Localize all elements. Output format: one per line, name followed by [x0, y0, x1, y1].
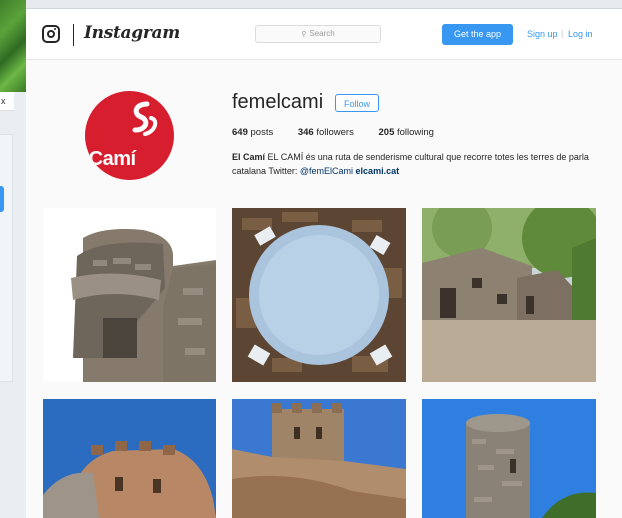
- log-in-link[interactable]: Log in: [568, 29, 593, 39]
- elcami-logo-mark-icon: [132, 101, 158, 136]
- instagram-camera-icon[interactable]: [42, 25, 60, 43]
- background-grass-image: [0, 0, 26, 92]
- bio-text: EL CAMÍ és una ruta de senderisme cultur…: [232, 152, 589, 176]
- get-the-app-button[interactable]: Get the app: [442, 24, 513, 45]
- avatar-wordmark: elCamí: [85, 148, 136, 170]
- post-thumbnail-hilltop-castle[interactable]: [232, 399, 406, 518]
- background-card: [0, 134, 13, 382]
- instagram-wordmark[interactable]: Instagram: [84, 23, 180, 43]
- watchtower-image: [43, 208, 216, 382]
- nav-link-separator: |: [561, 28, 564, 38]
- bio-website-link[interactable]: elcami.cat: [356, 166, 400, 176]
- background-window: x: [0, 0, 26, 518]
- profile-avatar[interactable]: elCamí: [85, 91, 174, 180]
- nav-divider: [73, 24, 74, 46]
- post-thumbnail-round-tower[interactable]: [422, 399, 596, 518]
- follow-button[interactable]: Follow: [335, 94, 379, 112]
- profile-bio: El Camí EL CAMÍ és una ruta de senderism…: [232, 150, 602, 178]
- sign-up-link[interactable]: Sign up: [527, 29, 558, 39]
- post-thumbnail-watchtower[interactable]: [43, 208, 216, 382]
- search-input[interactable]: ⚲ Search: [255, 25, 381, 43]
- search-icon: ⚲: [301, 31, 307, 38]
- profile-stats: 649 posts 346 followers 205 following: [232, 127, 456, 138]
- bio-twitter-handle[interactable]: @femElCami: [300, 166, 353, 176]
- post-thumbnail-tower-interior[interactable]: [232, 208, 406, 382]
- search-placeholder: Search: [309, 29, 335, 38]
- browser-top-edge: [26, 0, 622, 9]
- farmhouse-image: [422, 208, 596, 382]
- tower-interior-image: [232, 208, 406, 382]
- post-thumbnail-farmhouse[interactable]: [422, 208, 596, 382]
- background-blue-button[interactable]: [0, 186, 4, 212]
- bio-name: El Camí: [232, 152, 266, 162]
- round-fortress-image: [43, 399, 216, 518]
- top-navigation: Instagram ⚲ Search Get the app Sign up | …: [26, 9, 622, 60]
- profile-username: femelcami: [232, 91, 324, 113]
- stat-following[interactable]: 205 following: [379, 127, 434, 138]
- post-thumbnail-round-fortress[interactable]: [43, 399, 216, 518]
- stat-posts: 649 posts: [232, 127, 274, 138]
- round-tower-image: [422, 399, 596, 518]
- hilltop-castle-image: [232, 399, 406, 518]
- stat-followers[interactable]: 346 followers: [298, 127, 354, 138]
- instagram-window: Instagram ⚲ Search Get the app Sign up | …: [26, 0, 622, 518]
- background-close-icon[interactable]: x: [1, 96, 6, 106]
